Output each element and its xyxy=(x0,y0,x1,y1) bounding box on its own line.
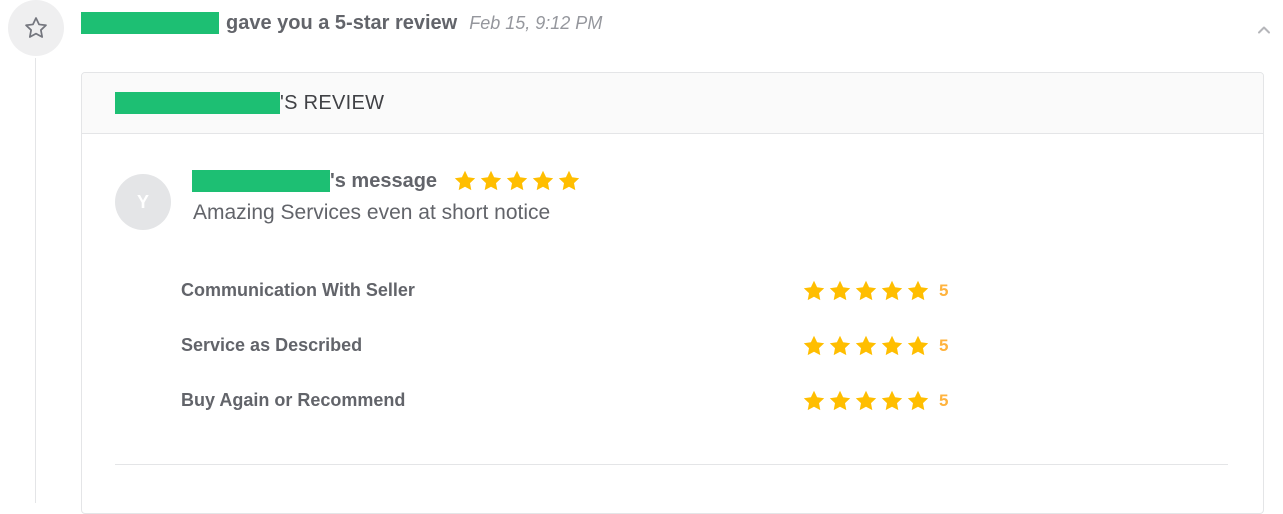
rating-row-service-as-described: Service as Described 5 xyxy=(181,333,961,359)
message-title-suffix: 's message xyxy=(330,169,438,192)
review-card: 'S REVIEW Y 's message Amazing Services … xyxy=(81,72,1264,514)
star-icon xyxy=(907,390,929,411)
star-icon xyxy=(855,280,877,301)
redacted-message-author xyxy=(192,170,330,192)
event-timestamp: Feb 15, 9:12 PM xyxy=(469,12,603,33)
star-icon xyxy=(506,170,528,191)
rating-label: Service as Described xyxy=(181,335,363,355)
chevron-up-icon xyxy=(1258,26,1270,34)
avatar: Y xyxy=(115,174,171,230)
rating-row-communication: Communication With Seller 5 xyxy=(181,278,961,304)
star-icon xyxy=(881,335,903,356)
star-outline-icon xyxy=(25,17,47,38)
star-icon xyxy=(829,335,851,356)
avatar-initial: Y xyxy=(136,191,149,212)
review-message: Amazing Services even at short notice xyxy=(193,201,551,224)
star-icon xyxy=(881,280,903,301)
star-icon xyxy=(803,335,825,356)
review-card-header: 'S REVIEW xyxy=(82,73,1263,134)
star-icon xyxy=(558,170,580,191)
rating-stars xyxy=(802,389,930,413)
message-title: 's message xyxy=(192,169,581,193)
star-icon xyxy=(803,280,825,301)
event-headline: gave you a 5-star review xyxy=(226,11,458,34)
star-icon xyxy=(907,280,929,301)
rating-stars xyxy=(802,279,930,303)
review-card-title: 'S REVIEW xyxy=(115,91,384,115)
star-icon xyxy=(803,390,825,411)
star-icon xyxy=(855,335,877,356)
star-icon xyxy=(480,170,502,191)
timeline-line xyxy=(35,58,36,503)
event-header: gave you a 5-star review Feb 15, 9:12 PM xyxy=(81,11,602,35)
star-icon xyxy=(881,390,903,411)
star-icon xyxy=(855,390,877,411)
review-event-icon xyxy=(8,0,64,56)
rating-value: 5 xyxy=(939,281,949,300)
star-icon xyxy=(829,280,851,301)
overall-rating-stars xyxy=(453,169,581,193)
star-icon xyxy=(829,390,851,411)
star-icon xyxy=(454,170,476,191)
review-title-suffix: 'S REVIEW xyxy=(280,91,385,114)
rating-label: Buy Again or Recommend xyxy=(181,390,406,410)
star-icon xyxy=(907,335,929,356)
rating-row-buy-again: Buy Again or Recommend 5 xyxy=(181,388,961,414)
collapse-button[interactable] xyxy=(1256,22,1272,38)
rating-value: 5 xyxy=(939,391,949,410)
redacted-username xyxy=(81,12,219,34)
star-icon xyxy=(532,170,554,191)
rating-value: 5 xyxy=(939,336,949,355)
rating-label: Communication With Seller xyxy=(181,280,415,300)
divider xyxy=(115,464,1228,465)
rating-stars xyxy=(802,334,930,358)
redacted-reviewer-name xyxy=(115,92,280,114)
